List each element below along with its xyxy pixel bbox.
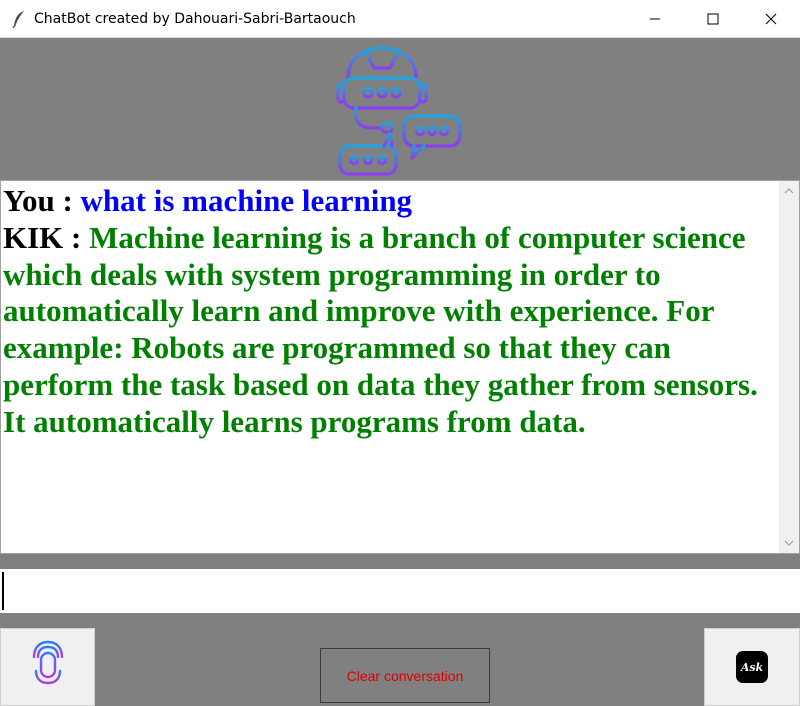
robot-chatbot-icon — [336, 46, 462, 176]
window-title: ChatBot created by Dahouari-Sabri-Bartao… — [34, 11, 356, 27]
feather-icon — [12, 10, 26, 29]
bot-speaker-label: KIK : — [3, 219, 90, 255]
chat-scrollbar[interactable] — [779, 181, 799, 553]
bot-message: Machine learning is a branch of computer… — [3, 219, 758, 439]
chat-display[interactable]: You : what is machine learning KIK : Mac… — [0, 180, 800, 554]
clear-conversation-button[interactable]: Clear conversation — [320, 648, 490, 703]
conversation-text: You : what is machine learning KIK : Mac… — [3, 183, 777, 441]
ask-label: Ask — [740, 660, 764, 674]
bot-message-line: KIK : Machine learning is a branch of co… — [3, 220, 777, 441]
minimize-button[interactable] — [626, 0, 684, 37]
microphone-button[interactable] — [0, 628, 95, 706]
microphone-icon — [32, 640, 63, 693]
user-speaker-label: You : — [3, 183, 81, 218]
user-message: what is machine learning — [80, 183, 413, 218]
scroll-down-icon[interactable] — [783, 537, 795, 549]
text-caret — [2, 572, 4, 610]
clear-conversation-label: Clear conversation — [346, 667, 464, 684]
maximize-icon — [707, 13, 719, 24]
minimize-icon — [650, 18, 660, 19]
message-input[interactable] — [0, 569, 800, 613]
scroll-up-icon[interactable] — [783, 185, 795, 197]
close-button[interactable] — [742, 0, 800, 37]
header-area — [0, 38, 800, 180]
close-icon — [765, 13, 777, 24]
ask-icon: Ask — [736, 651, 768, 683]
maximize-button[interactable] — [684, 0, 742, 37]
title-bar: ChatBot created by Dahouari-Sabri-Bartao… — [0, 0, 800, 38]
user-message-line: You : what is machine learning — [3, 183, 777, 220]
ask-button[interactable]: Ask — [704, 628, 800, 706]
